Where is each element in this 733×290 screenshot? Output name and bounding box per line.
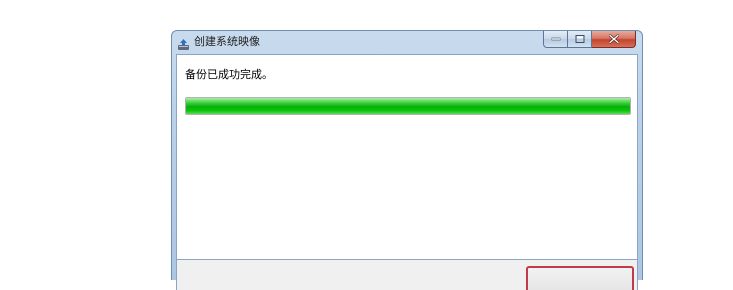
minimize-icon: [551, 37, 560, 41]
backup-icon: [177, 36, 190, 50]
maximize-icon: [575, 35, 584, 43]
caption-buttons: [543, 31, 636, 49]
dialog-window: 创建系统映像 备份已成功完成。: [171, 30, 643, 290]
title-bar[interactable]: 创建系统映像: [172, 31, 642, 54]
window-title: 创建系统映像: [194, 35, 260, 48]
dialog-footer: [176, 260, 638, 290]
close-window-button[interactable]: [592, 31, 636, 48]
minimize-button[interactable]: [543, 31, 568, 48]
progress-fill: [186, 98, 630, 114]
close-button[interactable]: [526, 266, 634, 290]
status-message: 备份已成功完成。: [185, 68, 273, 81]
close-icon: [608, 34, 619, 44]
dialog-content: 备份已成功完成。: [176, 54, 638, 260]
maximize-button[interactable]: [568, 31, 592, 48]
progress-bar: [185, 97, 631, 115]
